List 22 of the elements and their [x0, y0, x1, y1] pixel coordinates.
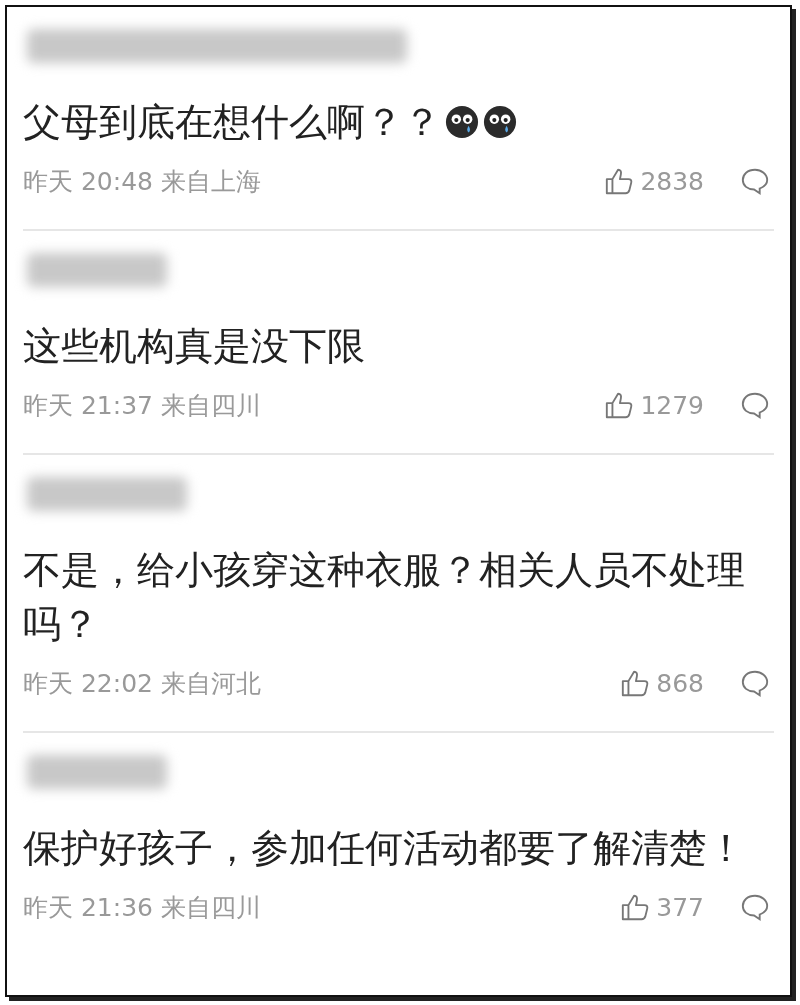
thumbs-up-icon	[620, 668, 651, 698]
thumbs-up-icon	[604, 166, 635, 196]
comment-time: 昨天 21:36 来自四川	[23, 891, 262, 924]
comment-icon[interactable]	[740, 390, 770, 420]
thumbs-up-icon	[604, 390, 635, 420]
comment-text: 不是，给小孩穿这种衣服？相关人员不处理吗？	[23, 548, 745, 646]
crying-face-icon	[445, 105, 479, 139]
comment-time: 昨天 21:37 来自四川	[23, 389, 262, 422]
crying-face-icon	[483, 105, 517, 139]
comment-time: 昨天 22:02 来自河北	[23, 667, 262, 700]
comment-text: 父母到底在想什么啊？？	[23, 100, 441, 144]
comment-icon[interactable]	[740, 892, 770, 922]
like-button[interactable]: 1279	[604, 390, 704, 420]
like-button[interactable]: 377	[620, 892, 704, 922]
comment-text: 这些机构真是没下限	[23, 324, 365, 368]
thumbs-up-icon	[620, 892, 651, 922]
like-button[interactable]: 2838	[604, 166, 704, 196]
comment-text: 保护好孩子，参加任何活动都要了解清楚！	[23, 826, 745, 870]
comment-time: 昨天 20:48 来自上海	[23, 165, 262, 198]
comment-icon[interactable]	[740, 166, 770, 196]
like-button[interactable]: 868	[620, 668, 704, 698]
comment-icon[interactable]	[740, 668, 770, 698]
